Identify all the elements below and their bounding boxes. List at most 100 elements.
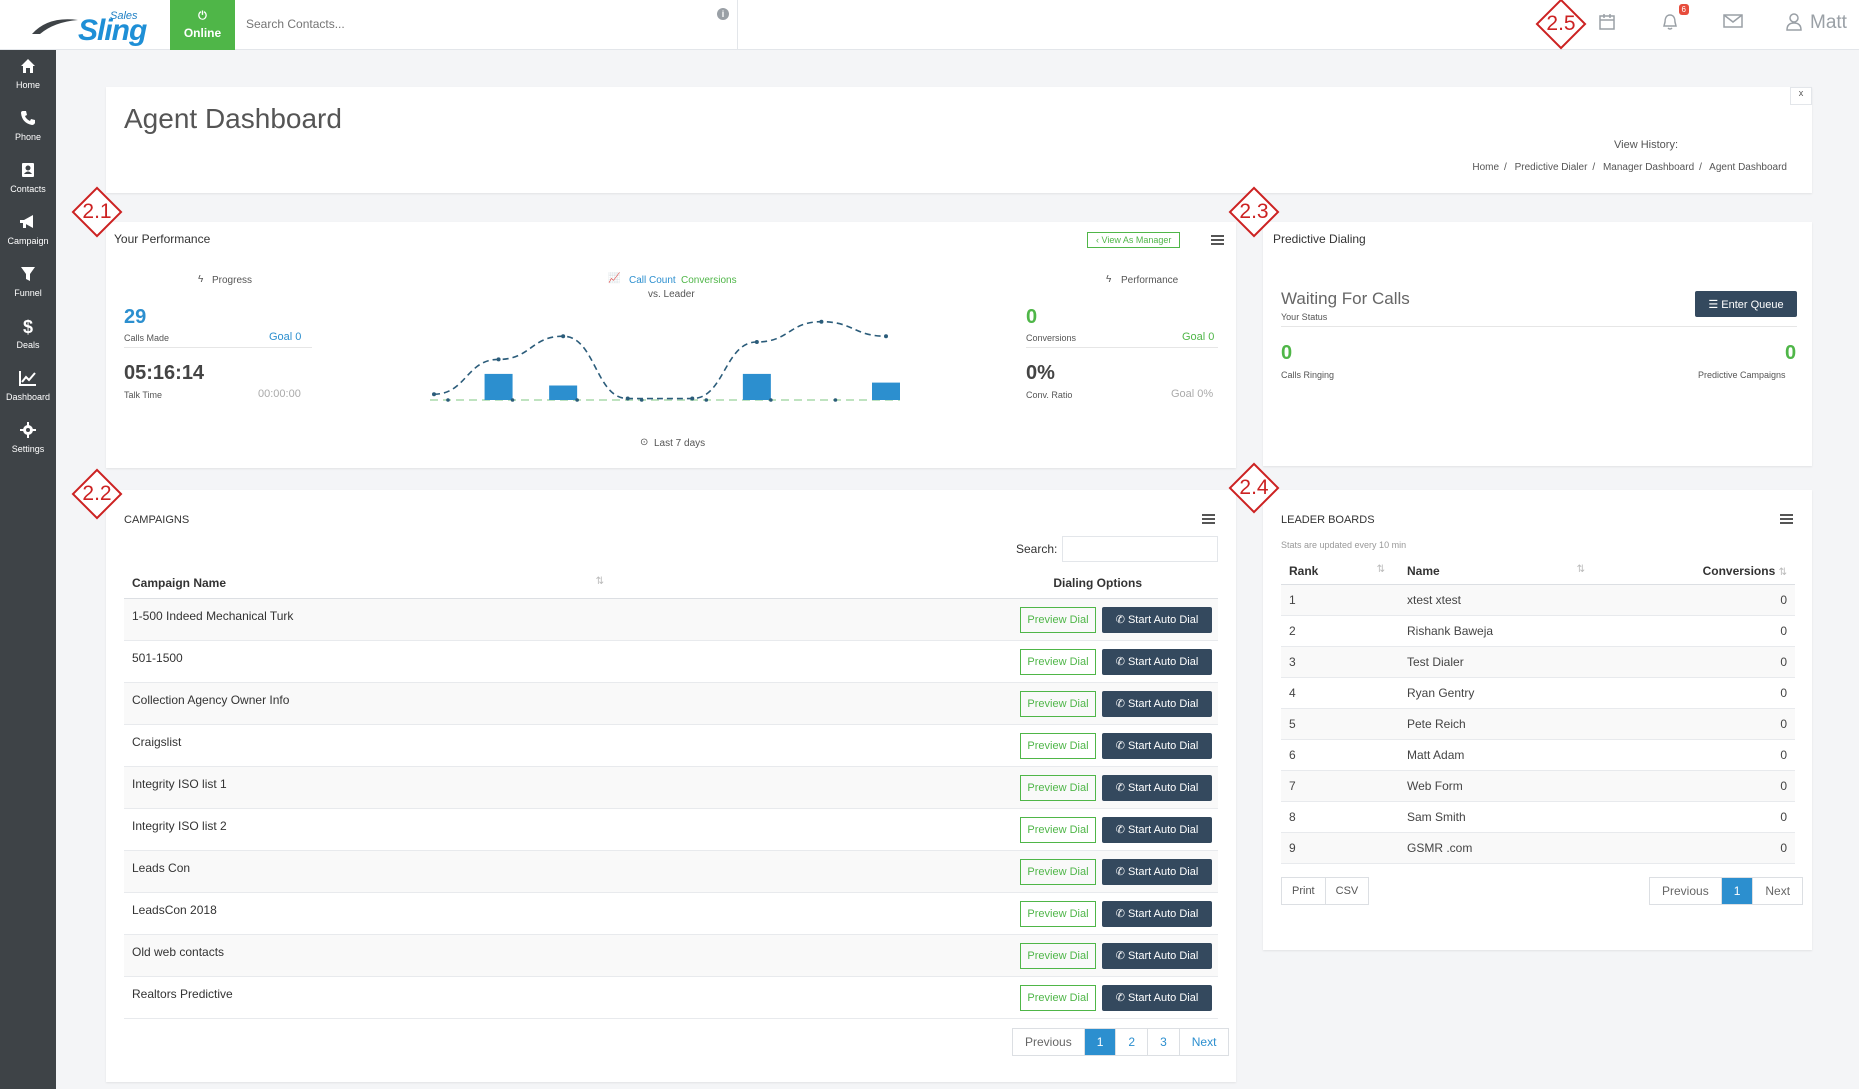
view-as-manager-button[interactable]: ‹ View As Manager <box>1087 232 1181 248</box>
preview-dial-button[interactable]: Preview Dial <box>1020 858 1096 885</box>
campaigns-menu-icon[interactable] <box>1202 514 1215 524</box>
pagination-page-3[interactable]: 3 <box>1148 1029 1180 1055</box>
conversions-toggle-label[interactable]: Conversions <box>681 275 737 286</box>
pagination-page-2[interactable]: 2 <box>1116 1029 1149 1055</box>
enter-queue-button[interactable]: ☰ Enter Queue <box>1695 291 1797 317</box>
preview-dial-button[interactable]: Preview Dial <box>1020 942 1096 969</box>
pagination-next[interactable]: Next <box>1180 1029 1229 1055</box>
campaign-search-input[interactable] <box>1062 536 1218 562</box>
sidebar-item-funnel[interactable]: Funnel <box>0 258 56 310</box>
sidebar-item-label: Phone <box>14 132 42 142</box>
preview-dial-button[interactable]: Preview Dial <box>1020 984 1096 1011</box>
campaign-name-header[interactable]: Campaign Name ⇅ <box>124 568 604 599</box>
sidebar-item-deals[interactable]: $ Deals <box>0 310 56 362</box>
breadcrumb-item[interactable]: Manager Dashboard <box>1603 162 1694 173</box>
dialing-options: Preview Dial ✆ Start Auto Dial <box>604 808 1218 851</box>
pagination-next[interactable]: Next <box>1753 878 1802 904</box>
start-auto-dial-label: Start Auto Dial <box>1127 655 1199 668</box>
online-label: Online <box>183 26 222 40</box>
user-name[interactable]: Matt <box>1810 12 1847 34</box>
campaign-name: 1-500 Indeed Mechanical Turk <box>124 598 604 641</box>
breadcrumb-item: Agent Dashboard <box>1709 162 1787 173</box>
breadcrumb-item[interactable]: Predictive Dialer <box>1515 162 1588 173</box>
table-row: 9 GSMR .com 0 <box>1281 832 1795 864</box>
sidebar-item-home[interactable]: Home <box>0 50 56 102</box>
csv-button[interactable]: CSV <box>1326 878 1369 904</box>
phone-icon: ✆ <box>1115 949 1128 962</box>
leaderboard-menu-icon[interactable] <box>1780 514 1793 524</box>
home-icon <box>0 58 56 76</box>
line-point <box>625 396 630 401</box>
line-point <box>432 392 436 397</box>
conversions-cell: 0 <box>1599 801 1795 833</box>
start-auto-dial-button[interactable]: ✆ Start Auto Dial <box>1102 942 1212 969</box>
rank-header[interactable]: Rank ⇅ <box>1281 558 1399 585</box>
online-status-button[interactable]: ⏻ Online <box>170 0 235 50</box>
print-button[interactable]: Print <box>1282 878 1326 904</box>
baseline-point <box>704 398 709 402</box>
preview-dial-button[interactable]: Preview Dial <box>1020 648 1096 675</box>
performance-menu-icon[interactable] <box>1211 235 1224 245</box>
call-count-label[interactable]: Call Count <box>629 275 676 286</box>
campaigns-table: Campaign Name ⇅ Dialing Options 1-500 Ind… <box>124 568 1218 1019</box>
breadcrumb-item[interactable]: Home <box>1472 162 1499 173</box>
start-auto-dial-button[interactable]: ✆ Start Auto Dial <box>1102 732 1212 759</box>
collapse-button[interactable]: x <box>1790 87 1812 105</box>
campaign-name: Integrity ISO list 2 <box>124 808 604 851</box>
logo-sling-text: Sling <box>78 14 147 47</box>
line-point <box>690 396 695 401</box>
mail-icon[interactable] <box>1723 13 1747 37</box>
sales-sling-logo[interactable]: Sales Sling <box>30 8 147 47</box>
dialing-options: Preview Dial ✆ Start Auto Dial <box>604 976 1218 1019</box>
sidebar-item-contacts[interactable]: Contacts <box>0 154 56 206</box>
table-row: Integrity ISO list 1 Preview Dial ✆ Start … <box>124 766 1218 809</box>
info-icon[interactable]: i <box>717 8 729 20</box>
start-auto-dial-button[interactable]: ✆ Start Auto Dial <box>1102 690 1212 717</box>
calls-made-value: 29 <box>124 306 147 328</box>
pagination-previous[interactable]: Previous <box>1013 1029 1085 1055</box>
line-point <box>819 319 824 324</box>
bell-icon[interactable]: 6 <box>1661 4 1689 37</box>
search-contacts-input[interactable] <box>236 0 696 48</box>
name-header[interactable]: Name ⇅ <box>1399 558 1599 585</box>
sidebar-item-settings[interactable]: Settings <box>0 414 56 466</box>
start-auto-dial-button[interactable]: ✆ Start Auto Dial <box>1102 816 1212 843</box>
conversions-header[interactable]: Conversions ⇅ <box>1599 558 1795 585</box>
rank-cell: 5 <box>1281 708 1399 740</box>
rank-cell: 4 <box>1281 677 1399 709</box>
start-auto-dial-button[interactable]: ✆ Start Auto Dial <box>1102 900 1212 927</box>
start-auto-dial-button[interactable]: ✆ Start Auto Dial <box>1102 648 1212 675</box>
preview-dial-button[interactable]: Preview Dial <box>1020 900 1096 927</box>
sidebar-item-campaign[interactable]: Campaign <box>0 206 56 258</box>
baseline-point <box>833 398 838 402</box>
preview-dial-button[interactable]: Preview Dial <box>1020 774 1096 801</box>
preview-dial-button[interactable]: Preview Dial <box>1020 732 1096 759</box>
sidebar-item-dashboard[interactable]: Dashboard <box>0 362 56 414</box>
table-row: Integrity ISO list 2 Preview Dial ✆ Start … <box>124 808 1218 851</box>
clock-icon: ⊙ <box>640 437 649 448</box>
pagination-previous[interactable]: Previous <box>1650 878 1722 904</box>
campaign-name: 501-1500 <box>124 640 604 683</box>
dialing-options: Preview Dial ✆ Start Auto Dial <box>604 724 1218 767</box>
start-auto-dial-label: Start Auto Dial <box>1127 907 1199 920</box>
preview-dial-button[interactable]: Preview Dial <box>1020 816 1096 843</box>
name-cell: Ryan Gentry <box>1399 677 1599 709</box>
user-icon[interactable] <box>1786 13 1810 37</box>
pagination-page-1[interactable]: 1 <box>1721 878 1754 904</box>
pagination-page-1[interactable]: 1 <box>1084 1029 1117 1055</box>
line-point <box>561 334 566 339</box>
start-auto-dial-button[interactable]: ✆ Start Auto Dial <box>1102 606 1212 633</box>
preview-dial-button[interactable]: Preview Dial <box>1020 690 1096 717</box>
calendar-icon[interactable] <box>1598 13 1622 37</box>
leaderboard-pagination: Previous 1 Next <box>1649 877 1804 905</box>
preview-dial-button[interactable]: Preview Dial <box>1020 606 1096 633</box>
chart-bar <box>872 382 900 400</box>
conversions-cell: 0 <box>1599 584 1795 616</box>
notification-badge: 6 <box>1678 4 1689 15</box>
start-auto-dial-button[interactable]: ✆ Start Auto Dial <box>1102 774 1212 801</box>
conv-ratio-label: Conv. Ratio <box>1026 390 1073 400</box>
name-cell: Pete Reich <box>1399 708 1599 740</box>
sidebar-item-phone[interactable]: Phone <box>0 102 56 154</box>
start-auto-dial-button[interactable]: ✆ Start Auto Dial <box>1102 984 1212 1011</box>
start-auto-dial-button[interactable]: ✆ Start Auto Dial <box>1102 858 1212 885</box>
